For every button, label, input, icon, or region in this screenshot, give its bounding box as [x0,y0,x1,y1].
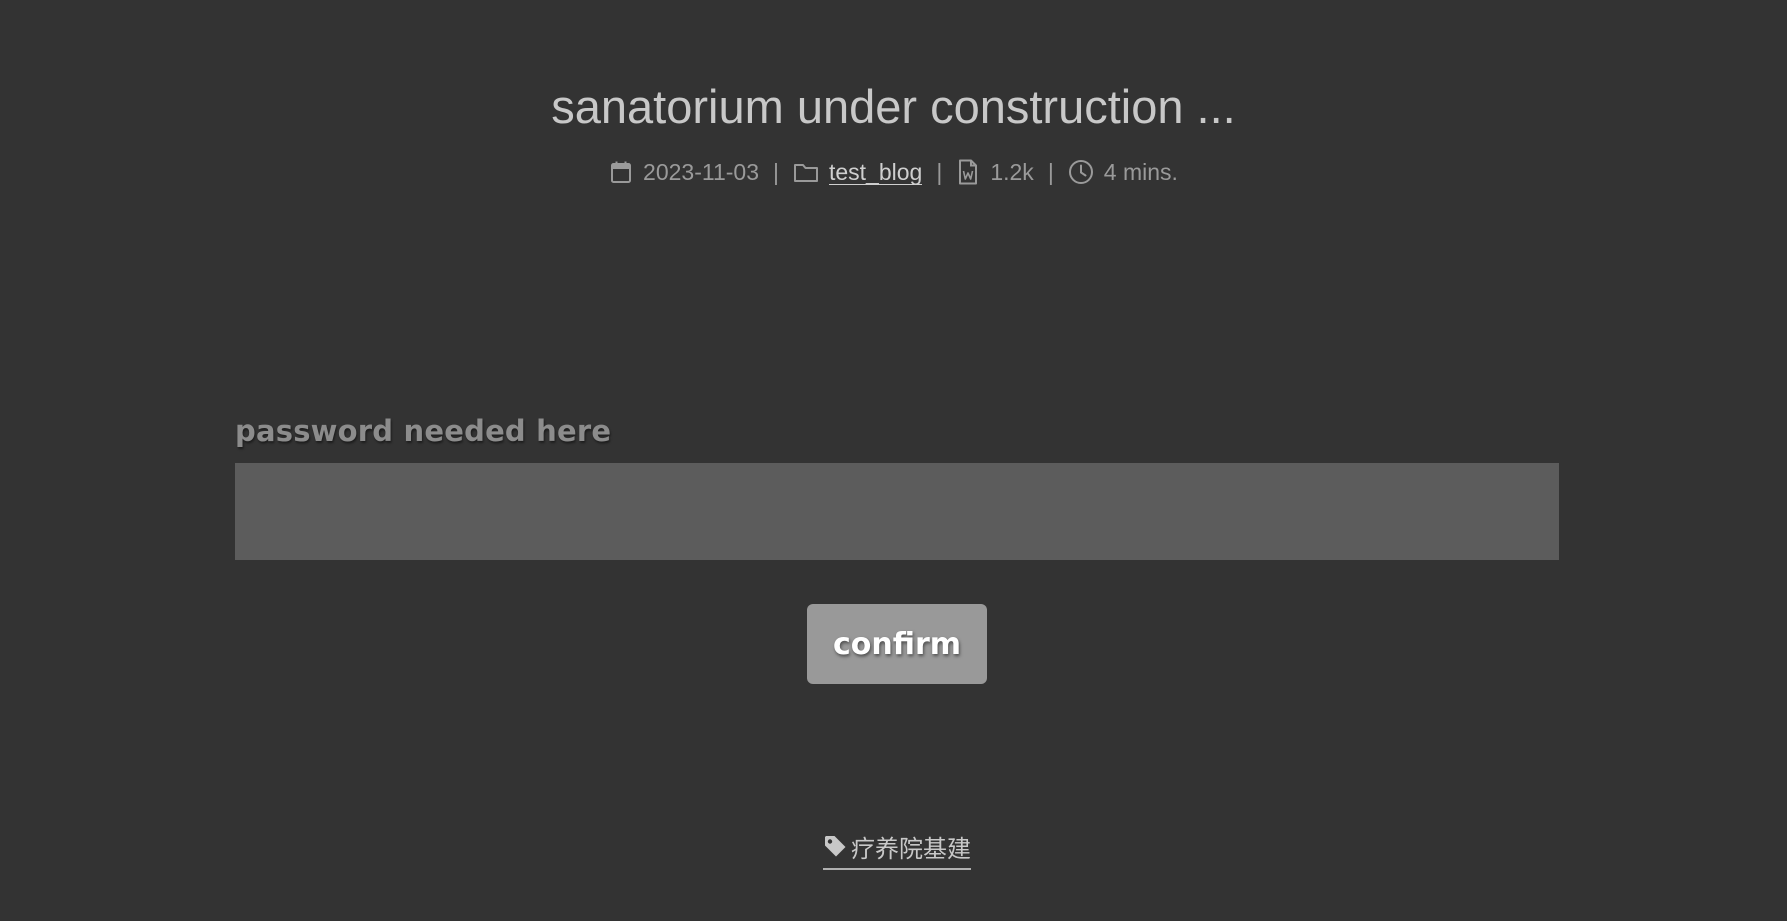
tag-label: 疗养院基建 [851,834,971,863]
clock-icon [1068,159,1094,185]
word-file-icon [956,159,980,185]
calendar-icon [609,159,633,185]
password-input[interactable] [235,463,1559,560]
tag-icon [823,834,847,858]
category-link[interactable]: test_blog [828,160,923,185]
post-word-count: 1.2k [956,158,1034,186]
meta-separator: | [1047,158,1054,185]
post-date-text: 2023-11-03 [643,158,759,185]
post-category: test_blog [793,159,923,185]
post-page: sanatorium under construction ... 2023-1… [0,0,1787,921]
post-meta: 2023-11-03 | test_blog | 1.2k | 4 mins. [0,156,1787,188]
tag-link[interactable]: 疗养院基建 [823,824,971,870]
meta-separator: | [936,158,943,185]
password-label: password needed here [235,414,612,448]
post-title: sanatorium under construction ... [551,80,1236,133]
reading-time-text: 4 mins. [1103,158,1178,185]
word-count-text: 1.2k [990,158,1034,185]
folder-icon [793,159,819,185]
post-date: 2023-11-03 [609,159,759,186]
meta-separator: | [773,158,779,185]
post-reading-time: 4 mins. [1068,159,1178,186]
confirm-button[interactable]: confirm [807,604,987,684]
